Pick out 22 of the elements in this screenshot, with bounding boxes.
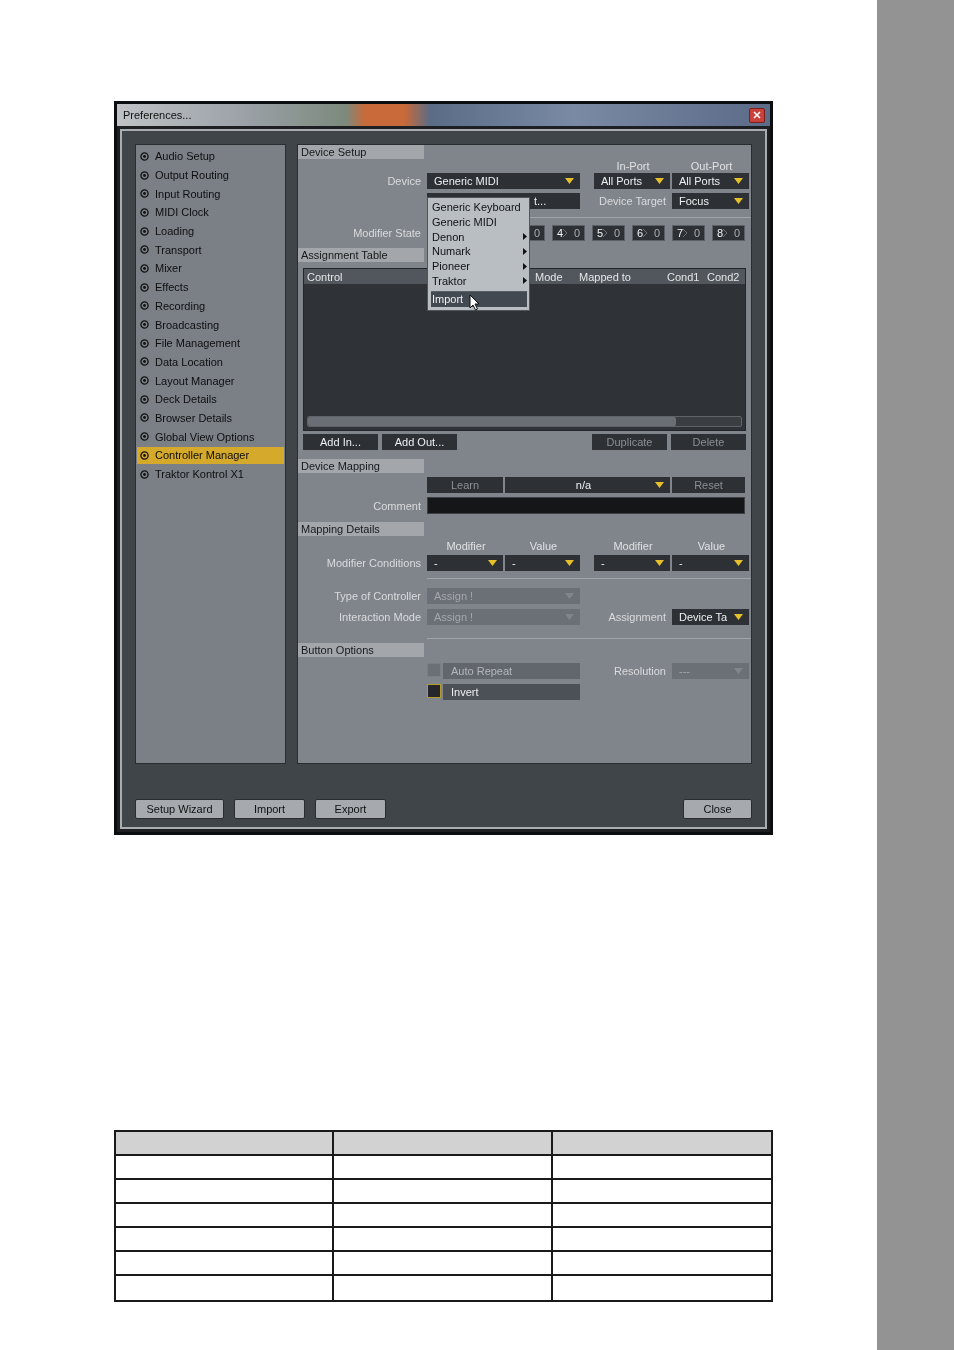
field-label: Interaction Mode	[339, 611, 422, 623]
section-header: Button Options	[298, 643, 424, 657]
field-label: Device Target	[598, 195, 667, 207]
column-label: Modifier	[446, 540, 486, 552]
field-label: Resolution	[614, 665, 667, 677]
field-label: Comment	[373, 499, 422, 512]
section-header: Assignment Table	[298, 248, 424, 262]
section-header: Mapping Details	[298, 522, 424, 536]
column-label: Value	[697, 540, 726, 552]
section-header: Device Mapping	[298, 459, 424, 473]
field-label: Device	[387, 175, 422, 187]
checkbox-label: Auto Repeat	[443, 663, 580, 679]
section-header: Device Setup	[298, 145, 424, 159]
window-title: Preferences...	[123, 109, 192, 121]
checkbox-label: Invert	[443, 684, 580, 700]
field-label: Type of Controller	[334, 590, 422, 602]
column-label: Modifier	[613, 540, 653, 552]
settings-panel: Device Setup In-Port Out-Port Device Generic MIDI All Ports All Ports t... Device Target Focus Generic Keyboard Generic MIDI Denon Numark Pioneer Traktor Import Modifier State 0 4 0 5 0 6 0 7 0 8 0 Assignment Table Control Mode Mapped to Cond1 Cond2 Add In... Add Out... Duplicate Delete Device Mapping Learn n/a Reset Comment Mapping Details Modifier Value Modifier Value Modifier Conditions - - - - Type of Controller Assign ! Interaction Mode Assign ! Assignment Device Ta Button Options Auto Repeat Resolution --- Invert	[297, 144, 752, 764]
column-label: Value	[529, 540, 558, 552]
field-label: Modifier State	[353, 227, 422, 239]
field-label: Assignment	[608, 611, 667, 623]
field-label: Modifier Conditions	[326, 557, 422, 569]
